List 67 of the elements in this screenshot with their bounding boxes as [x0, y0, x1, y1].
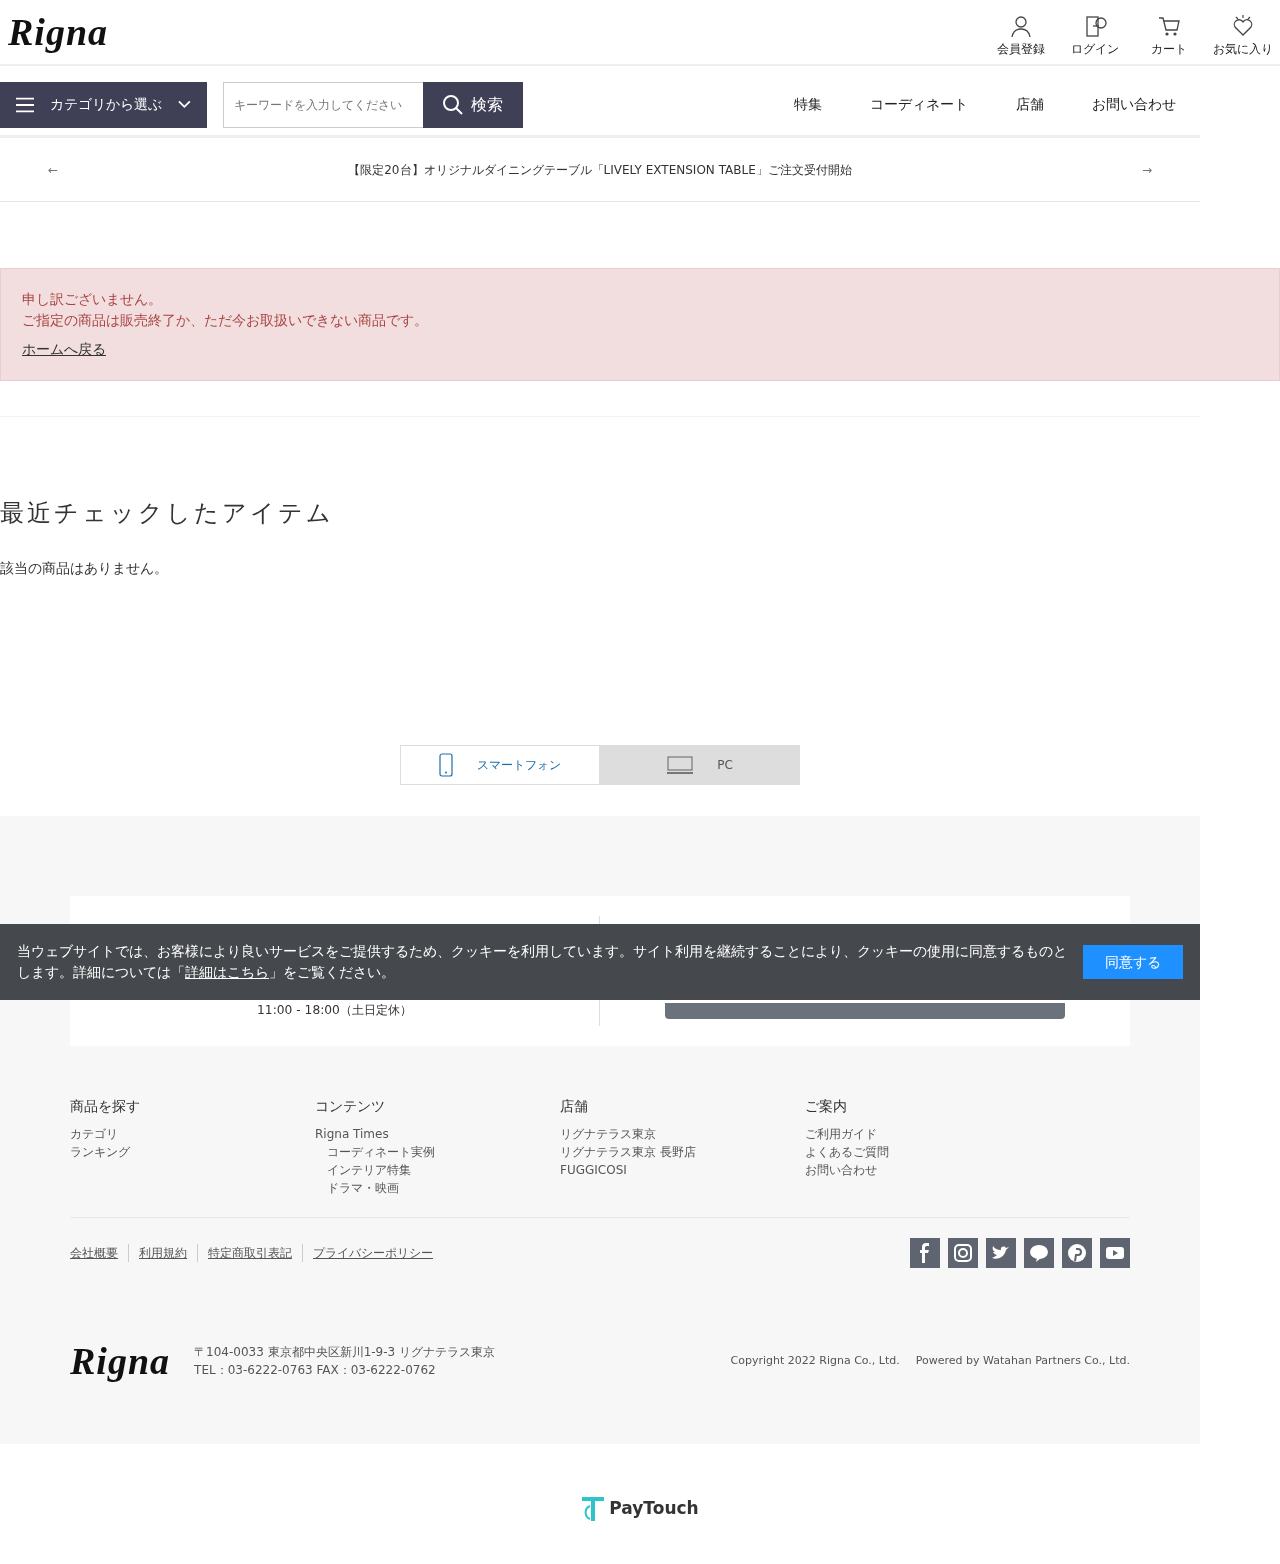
paytouch-logo-icon [581, 1495, 606, 1522]
contact-numbers: TEL：03-6222-0763 FAX：03-6222-0762 [194, 1361, 437, 1379]
header-link[interactable]: カート [1151, 41, 1187, 56]
prev-arrow[interactable]: ← [48, 160, 59, 179]
empty-message: 該当の商品はありません。 [0, 558, 169, 578]
footer-link[interactable]: ご利用ガイド [805, 1124, 1050, 1143]
instagram-icon[interactable] [948, 1237, 978, 1268]
footer-link[interactable]: プライバシーポリシー [302, 1243, 433, 1262]
category-button[interactable]: カテゴリから選ぶ [0, 81, 207, 128]
footer-link[interactable]: 利用規約 [128, 1243, 187, 1262]
alert-message: 申し訳ございません。 [22, 291, 162, 307]
logo[interactable]: Rigna [8, 13, 109, 51]
column-heading: コンテンツ [315, 1096, 386, 1116]
footer-link[interactable]: 会社概要 [70, 1243, 118, 1262]
address-text: 〒104-0033 東京都中央区新川1-9-3 リグナテラス東京 [194, 1343, 495, 1361]
footer-link[interactable]: Rigna Times [315, 1124, 560, 1143]
bird-icon[interactable] [986, 1237, 1016, 1268]
play-icon[interactable] [1100, 1237, 1130, 1268]
nav-link[interactable]: 特集 [794, 94, 822, 115]
footer-link[interactable]: 特定商取引表記 [197, 1243, 292, 1262]
smartphone-tab[interactable]: スマートフォン [400, 744, 600, 785]
cookie-message: 当ウェブサイトでは、お客様により良いサービスをご提供するため、クッキーを利用しています。サイト利用を継続することにより、クッキーの使用に同意するものとします。詳細については「詳細はこちら」をご覧ください。 [17, 942, 1068, 982]
powered-by-text: Powered by Watahan Partners Co., Ltd. [915, 1352, 1130, 1369]
cookie-details-link[interactable]: 詳細はこちら [185, 964, 269, 980]
facebook-icon[interactable] [910, 1237, 940, 1268]
footer-link[interactable]: ランキング [70, 1142, 315, 1161]
footer-link[interactable]: お問い合わせ [805, 1160, 1050, 1179]
search-icon [443, 94, 463, 115]
footer-link[interactable]: ドラマ・映画 [315, 1178, 560, 1197]
search-field[interactable]: キーワードを入力してください [223, 81, 423, 128]
menu-icon [16, 96, 35, 113]
pc-tab[interactable]: PC [600, 744, 800, 785]
search-button[interactable]: 検索 [423, 81, 523, 128]
footer-logo[interactable]: Rigna [70, 1341, 171, 1380]
business-hours: 11:00 - 18:00（土日定休） [257, 1002, 412, 1020]
nav-link[interactable]: 店舗 [1016, 94, 1044, 115]
footer-link[interactable]: コーディネート実例 [315, 1142, 560, 1161]
section-heading: 最近チェックしたアイテム [0, 499, 335, 528]
heart-icon [1231, 13, 1255, 38]
column-heading: 店舗 [560, 1096, 589, 1116]
header-link[interactable]: 会員登録 [997, 41, 1045, 56]
alert-message: ご指定の商品は販売終了か、ただ今お取扱いできない商品です。 [22, 312, 428, 328]
person-icon [1009, 13, 1033, 38]
next-arrow[interactable]: → [1141, 160, 1152, 179]
contact-button[interactable] [665, 1002, 1065, 1019]
footer-link[interactable]: リグナテラス東京 [560, 1124, 805, 1143]
nav-link[interactable]: お問い合わせ [1092, 94, 1176, 115]
footer-link[interactable]: インテリア特集 [315, 1160, 560, 1179]
column-heading: 商品を探す [70, 1096, 141, 1116]
header-link[interactable]: お気に入り [1213, 41, 1273, 56]
home-link[interactable]: ホームへ戻る [22, 341, 106, 357]
notice-text: 【限定20台】オリジナルダイニングテーブル「LIVELY EXTENSION TABLE」ご注文受付開始 [348, 161, 852, 179]
footer-link[interactable]: カテゴリ [70, 1124, 315, 1143]
pin-icon[interactable] [1062, 1237, 1092, 1268]
copyright-text: Copyright 2022 Rigna Co., Ltd. [730, 1352, 900, 1369]
chevron-icon [178, 100, 191, 109]
chat-bubble-icon[interactable] [1024, 1237, 1054, 1268]
header-link[interactable]: ログイン [1071, 41, 1119, 56]
laptop-icon [667, 755, 694, 774]
footer-link[interactable]: FUGGICOSI [560, 1160, 805, 1179]
door-icon [1083, 13, 1107, 38]
footer-link[interactable]: リグナテラス東京 長野店 [560, 1142, 805, 1161]
column-heading: ご案内 [805, 1096, 848, 1116]
nav-link[interactable]: コーディネート [870, 94, 968, 115]
brand-name: PayTouch [609, 1497, 699, 1521]
smartphone-icon [439, 752, 453, 777]
footer-link[interactable]: よくあるご質問 [805, 1142, 1050, 1161]
